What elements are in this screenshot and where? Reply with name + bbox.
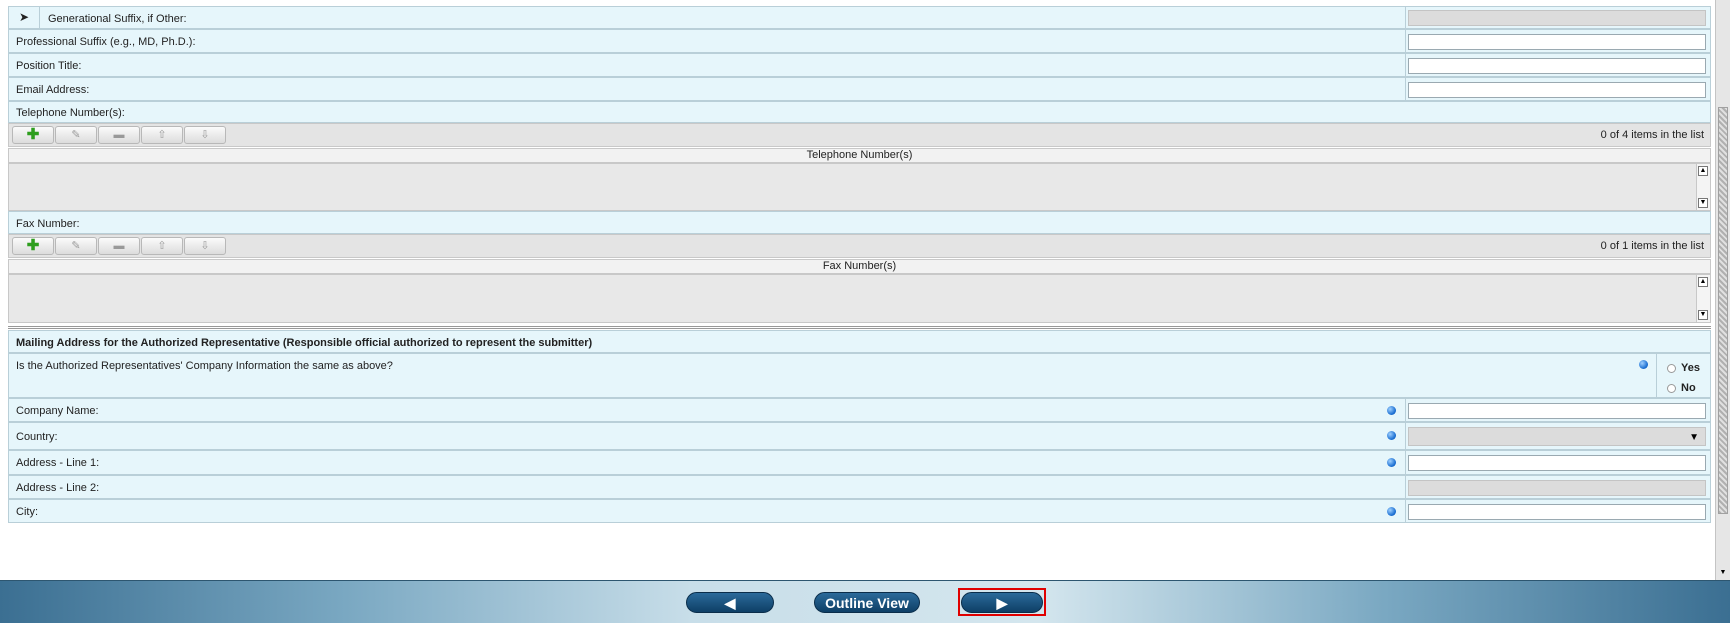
yes-radio-label[interactable]: Yes — [1681, 362, 1700, 374]
scroll-up-icon[interactable]: ▲ — [1698, 277, 1708, 287]
remove-icon[interactable]: ▬ — [98, 126, 140, 144]
same-company-row: Is the Authorized Representatives' Compa… — [8, 353, 1711, 398]
mailing-address-heading-row: Mailing Address for the Authorized Repre… — [8, 330, 1711, 353]
required-indicator-icon — [1639, 360, 1648, 369]
fax-list-scrollbar[interactable]: ▲ ▼ — [1696, 275, 1710, 322]
move-up-icon[interactable]: ⇧ — [141, 237, 183, 255]
scroll-down-icon[interactable]: ▼ — [1718, 568, 1728, 578]
same-company-question: Is the Authorized Representatives' Compa… — [16, 360, 393, 372]
yes-radio[interactable] — [1667, 364, 1676, 373]
expand-arrow-icon[interactable]: ➤ — [9, 7, 40, 28]
company-name-row: Company Name: — [8, 398, 1711, 422]
back-arrow-icon: ◀ — [724, 595, 736, 611]
no-radio[interactable] — [1667, 384, 1676, 393]
telephone-list-scrollbar[interactable]: ▲ ▼ — [1696, 164, 1710, 210]
generational-suffix-input — [1408, 10, 1706, 26]
mailing-address-heading: Mailing Address for the Authorized Repre… — [16, 337, 593, 349]
city-row: City: — [8, 499, 1711, 523]
remove-icon[interactable]: ▬ — [98, 237, 140, 255]
email-address-label: Email Address: — [16, 84, 90, 96]
address-line-2-row: Address - Line 2: — [8, 475, 1711, 499]
address-line-2-label: Address - Line 2: — [16, 482, 100, 494]
position-title-row: Position Title: — [8, 53, 1711, 77]
position-title-input[interactable] — [1408, 58, 1706, 74]
no-radio-label[interactable]: No — [1681, 382, 1696, 394]
fax-item-count: 0 of 1 items in the list — [1600, 240, 1704, 252]
fax-label-row: Fax Number: — [8, 211, 1711, 234]
country-label: Country: — [16, 431, 58, 443]
professional-suffix-input[interactable] — [1408, 34, 1706, 50]
address-line-1-row: Address - Line 1: — [8, 450, 1711, 475]
country-row: Country: ▼ — [8, 422, 1711, 450]
position-title-label: Position Title: — [16, 60, 82, 72]
address-line-1-input[interactable] — [1408, 455, 1706, 471]
outline-view-button[interactable]: Outline View — [814, 592, 920, 613]
scroll-down-icon[interactable]: ▼ — [1698, 310, 1708, 320]
navigation-footer: ◀ Outline View ▶ — [0, 580, 1730, 623]
same-company-options: Yes No — [1656, 354, 1713, 397]
country-select[interactable]: ▼ — [1408, 427, 1706, 446]
address-line-1-label: Address - Line 1: — [16, 457, 100, 469]
professional-suffix-row: Professional Suffix (e.g., MD, Ph.D.): — [8, 29, 1711, 53]
address-line-2-input — [1408, 480, 1706, 496]
city-input[interactable] — [1408, 504, 1706, 520]
next-button-highlight — [958, 588, 1046, 616]
telephone-list[interactable]: ▲ ▼ — [8, 163, 1711, 211]
page-scrollbar[interactable]: ▼ — [1715, 0, 1730, 580]
company-name-input[interactable] — [1408, 403, 1706, 419]
back-button[interactable]: ◀ — [686, 592, 774, 613]
required-indicator-icon — [1387, 406, 1396, 415]
scroll-up-icon[interactable]: ▲ — [1698, 166, 1708, 176]
edit-icon[interactable]: ✎ — [55, 126, 97, 144]
fax-column-header[interactable]: Fax Number(s) — [8, 259, 1711, 274]
scroll-down-icon[interactable]: ▼ — [1698, 198, 1708, 208]
page-scrollbar-thumb[interactable] — [1718, 107, 1728, 514]
required-indicator-icon — [1387, 458, 1396, 467]
section-separator — [8, 326, 1711, 329]
fax-label: Fax Number: — [16, 218, 80, 230]
professional-suffix-label: Professional Suffix (e.g., MD, Ph.D.): — [16, 36, 196, 48]
telephone-label: Telephone Number(s): — [16, 107, 125, 119]
move-up-icon[interactable]: ⇧ — [141, 126, 183, 144]
chevron-down-icon[interactable]: ▼ — [1689, 432, 1699, 443]
add-icon[interactable]: ✚ — [12, 237, 54, 255]
telephone-label-row: Telephone Number(s): — [8, 101, 1711, 123]
generational-suffix-row: ➤ Generational Suffix, if Other: — [8, 6, 1711, 29]
required-indicator-icon — [1387, 507, 1396, 516]
add-icon[interactable]: ✚ — [12, 126, 54, 144]
email-address-input[interactable] — [1408, 82, 1706, 98]
required-indicator-icon — [1387, 431, 1396, 440]
generational-suffix-label: Generational Suffix, if Other: — [48, 13, 187, 25]
telephone-item-count: 0 of 4 items in the list — [1600, 129, 1704, 141]
edit-icon[interactable]: ✎ — [55, 237, 97, 255]
move-down-icon[interactable]: ⇩ — [184, 237, 226, 255]
company-name-label: Company Name: — [16, 405, 99, 417]
fax-list[interactable]: ▲ ▼ — [8, 274, 1711, 323]
email-address-row: Email Address: — [8, 77, 1711, 101]
move-down-icon[interactable]: ⇩ — [184, 126, 226, 144]
telephone-column-header[interactable]: Telephone Number(s) — [8, 148, 1711, 163]
fax-toolbar: ✚ ✎ ▬ ⇧ ⇩ 0 of 1 items in the list — [8, 234, 1711, 258]
city-label: City: — [16, 506, 38, 518]
telephone-toolbar: ✚ ✎ ▬ ⇧ ⇩ 0 of 4 items in the list — [8, 123, 1711, 147]
